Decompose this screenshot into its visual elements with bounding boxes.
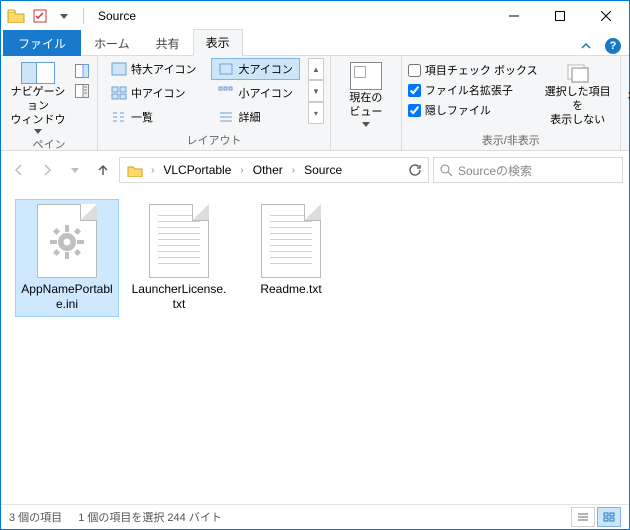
window-title: Source (88, 9, 146, 23)
current-view-icon (350, 62, 382, 90)
search-input[interactable]: Sourceの検索 (433, 157, 623, 183)
folder-icon (5, 5, 27, 27)
recent-dropdown[interactable] (63, 158, 87, 182)
layout-extra-large[interactable]: 特大アイコン (104, 58, 203, 80)
file-list[interactable]: AppNamePortable.ini LauncherLicense.txt … (1, 189, 629, 504)
check-hidden-files[interactable]: 隠しファイル (408, 100, 538, 120)
crumb-sep[interactable]: › (289, 165, 298, 176)
explorer-window: Source ファイル ホーム 共有 表示 ? ナビゲーション ウィンドウ (0, 0, 630, 530)
file-name: LauncherLicense.txt (130, 282, 228, 312)
help-icon[interactable]: ? (605, 38, 621, 54)
view-details-button[interactable] (571, 507, 595, 527)
refresh-button[interactable] (404, 159, 426, 181)
layout-details-label: 詳細 (238, 109, 260, 125)
group-current-view-label (335, 146, 397, 150)
qat-dropdown-icon[interactable] (53, 5, 75, 27)
minimize-button[interactable] (491, 1, 537, 31)
layout-details[interactable]: 詳細 (211, 106, 299, 128)
layout-scroll: ▲ ▼ ▾ (308, 58, 324, 124)
search-icon (438, 162, 454, 178)
title-separator (83, 8, 84, 24)
txt-file-icon (149, 204, 209, 278)
tab-home[interactable]: ホーム (81, 30, 143, 56)
status-bar: 3 個の項目 1 個の項目を選択 244 バイト (1, 504, 629, 529)
group-show-hide-label: 表示/非表示 (408, 130, 614, 150)
txt-file-icon (261, 204, 321, 278)
layout-large-label: 大アイコン (238, 61, 292, 77)
layout-more[interactable]: ▾ (308, 102, 324, 124)
crumb-2[interactable]: Source (298, 159, 348, 181)
check-item-checkboxes[interactable]: 項目チェック ボックス (408, 60, 538, 80)
titlebar: Source (1, 1, 629, 31)
layout-scroll-up[interactable]: ▲ (308, 58, 324, 80)
file-name: AppNamePortable.ini (18, 282, 116, 312)
group-show-hide: 項目チェック ボックス ファイル名拡張子 隠しファイル 選択した項目を 表示しな… (402, 56, 621, 150)
file-item[interactable]: Readme.txt (239, 199, 343, 317)
preview-pane-button[interactable] (73, 62, 91, 80)
maximize-button[interactable] (537, 1, 583, 31)
window-controls (491, 1, 629, 31)
up-button[interactable] (91, 158, 115, 182)
layout-small-label: 小アイコン (238, 85, 292, 101)
crumb-sep[interactable]: › (148, 165, 157, 176)
layout-medium-label: 中アイコン (131, 85, 185, 101)
status-item-count: 3 個の項目 (9, 509, 62, 525)
crumb-sep[interactable]: › (237, 165, 246, 176)
hide-selected-button[interactable]: 選択した項目を 表示しない (542, 58, 614, 127)
back-button[interactable] (7, 158, 31, 182)
layout-list[interactable]: 一覧 (104, 106, 203, 128)
options-button[interactable]: オプション (627, 58, 630, 111)
tab-share[interactable]: 共有 (143, 30, 193, 56)
current-view-label: 現在の ビュー (349, 92, 382, 120)
current-view-button[interactable]: 現在の ビュー (335, 58, 397, 127)
check-hidden-files-label: 隠しファイル (425, 102, 491, 118)
file-item[interactable]: AppNamePortable.ini (15, 199, 119, 317)
check-file-extensions[interactable]: ファイル名拡張子 (408, 80, 538, 100)
ini-file-icon (37, 204, 97, 278)
layout-extra-large-label: 特大アイコン (131, 61, 196, 77)
layout-list-label: 一覧 (131, 109, 153, 125)
forward-button[interactable] (35, 158, 59, 182)
layout-medium[interactable]: 中アイコン (104, 82, 203, 104)
group-pane: ナビゲーション ウィンドウ ペイン (1, 56, 98, 150)
navigation-pane-button[interactable]: ナビゲーション ウィンドウ (7, 58, 69, 134)
breadcrumb[interactable]: › VLCPortable › Other › Source (119, 157, 429, 183)
address-bar: › VLCPortable › Other › Source Sourceの検索 (1, 151, 629, 189)
quick-access-toolbar (1, 5, 79, 27)
view-icons-button[interactable] (597, 507, 621, 527)
layout-scroll-down[interactable]: ▼ (308, 80, 324, 102)
navigation-pane-icon (21, 62, 55, 84)
folder-icon (126, 161, 144, 179)
search-placeholder: Sourceの検索 (454, 162, 618, 179)
details-pane-button[interactable] (73, 82, 91, 100)
collapse-ribbon-icon[interactable] (577, 37, 595, 55)
properties-icon[interactable] (29, 5, 51, 27)
file-item[interactable]: LauncherLicense.txt (127, 199, 231, 317)
group-layout-label: レイアウト (104, 130, 324, 150)
check-file-extensions-label: ファイル名拡張子 (425, 82, 513, 98)
status-selection: 1 個の項目を選択 244 バイト (78, 509, 222, 525)
group-layout: 特大アイコン 大アイコン 中アイコン 小アイコン 一覧 詳細 ▲ ▼ ▾ レイア… (98, 56, 331, 150)
pane-presets (73, 58, 91, 100)
layout-options: 特大アイコン 大アイコン 中アイコン 小アイコン 一覧 詳細 (104, 58, 300, 128)
tab-file[interactable]: ファイル (3, 30, 81, 56)
group-current-view: 現在の ビュー (331, 56, 402, 150)
close-button[interactable] (583, 1, 629, 31)
layout-small[interactable]: 小アイコン (211, 82, 299, 104)
crumb-0[interactable]: VLCPortable (157, 159, 237, 181)
view-mode-buttons (571, 507, 621, 527)
tab-view[interactable]: 表示 (193, 29, 243, 56)
crumb-1[interactable]: Other (247, 159, 289, 181)
file-name: Readme.txt (260, 282, 321, 297)
ribbon: ナビゲーション ウィンドウ ペイン 特大アイコン 大アイコン 中アイコン 小アイ… (1, 55, 629, 151)
navigation-pane-label: ナビゲーション ウィンドウ (7, 86, 69, 127)
chevron-down-icon (362, 122, 370, 127)
show-hide-checks: 項目チェック ボックス ファイル名拡張子 隠しファイル (408, 58, 538, 120)
hide-icon (565, 62, 591, 84)
group-options: オプション (621, 56, 630, 150)
hide-selected-label: 選択した項目を 表示しない (542, 86, 614, 127)
check-item-checkboxes-label: 項目チェック ボックス (425, 62, 538, 78)
ribbon-tabs: ファイル ホーム 共有 表示 ? (1, 31, 629, 55)
layout-large[interactable]: 大アイコン (211, 58, 299, 80)
